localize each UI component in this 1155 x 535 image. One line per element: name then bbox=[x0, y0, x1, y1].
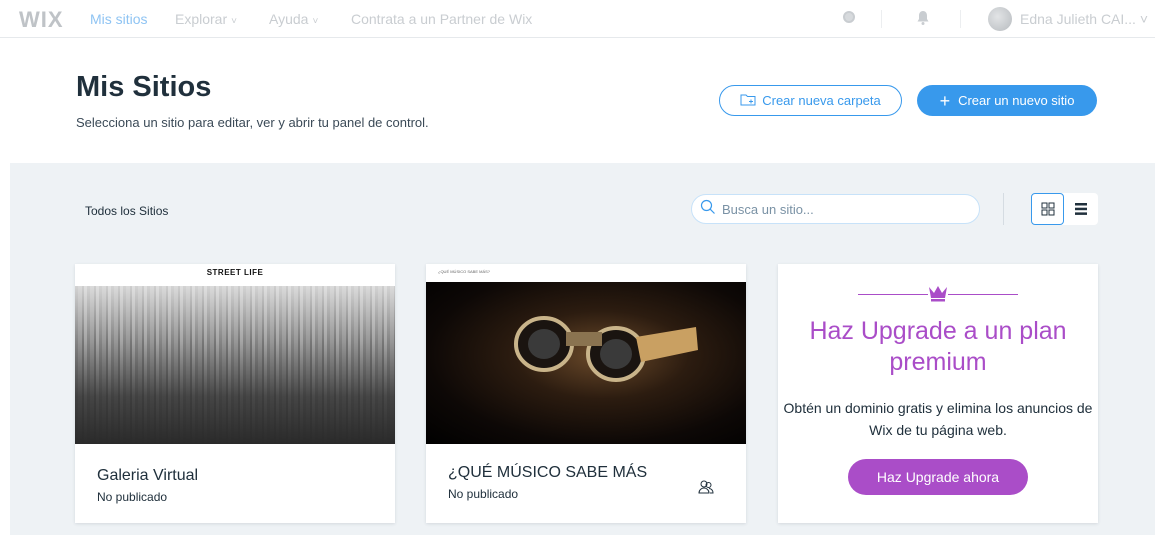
site-name: Galeria Virtual bbox=[97, 467, 199, 484]
site-name: ¿QUÉ MÚSICO SABE MÁS bbox=[448, 464, 648, 481]
site-thumbnail[interactable]: STREET LIFE bbox=[75, 264, 395, 444]
search-icon[interactable] bbox=[843, 11, 855, 23]
folder-filter[interactable]: Todos los Sitios bbox=[85, 204, 168, 218]
nav-label: Mis sitios bbox=[90, 11, 148, 27]
bell-icon[interactable] bbox=[916, 10, 930, 25]
thumbnail-header: ¿QUÉ MÚSICO SABE MÁS? bbox=[426, 264, 746, 282]
chevron-down-icon: ˅ bbox=[312, 16, 319, 27]
sites-area: Todos los Sitios STREET LIFE Galeria Vir… bbox=[10, 163, 1155, 535]
list-view-icon[interactable] bbox=[1064, 193, 1097, 225]
create-folder-button[interactable]: Crear nueva carpeta bbox=[719, 85, 902, 116]
thumbnail-title: ¿QUÉ MÚSICO SABE MÁS? bbox=[438, 269, 491, 274]
site-search[interactable] bbox=[691, 194, 980, 224]
collaborators-icon[interactable] bbox=[698, 479, 714, 500]
site-card[interactable]: STREET LIFE Galeria Virtual No publicado bbox=[75, 264, 395, 523]
nav-ayuda[interactable]: Ayuda ˅ bbox=[269, 11, 318, 27]
divider bbox=[948, 294, 1018, 295]
grid-view-icon[interactable] bbox=[1031, 193, 1064, 225]
nav-mis-sitios[interactable]: Mis sitios bbox=[90, 11, 148, 27]
search-input[interactable] bbox=[722, 201, 962, 217]
thumbnail-header: STREET LIFE bbox=[75, 264, 395, 286]
page-title: Mis Sitios bbox=[76, 71, 212, 103]
nav-explorar[interactable]: Explorar ˅ bbox=[175, 11, 237, 27]
binoculars-photo bbox=[426, 282, 746, 444]
create-site-button[interactable]: + Crear un nuevo sitio bbox=[917, 85, 1097, 116]
search-icon bbox=[700, 199, 716, 220]
chevron-down-icon: ˅ bbox=[231, 16, 237, 27]
divider bbox=[960, 10, 961, 28]
page-subtitle: Selecciona un sitio para editar, ver y a… bbox=[76, 115, 429, 130]
thumbnail-title: STREET LIFE bbox=[206, 268, 264, 277]
site-status: No publicado bbox=[97, 490, 168, 504]
create-folder-label: Crear nueva carpeta bbox=[762, 93, 881, 108]
nav-partner[interactable]: Contrata a un Partner de Wix bbox=[351, 11, 532, 27]
divider bbox=[881, 10, 882, 28]
site-card[interactable]: ¿QUÉ MÚSICO SABE MÁS? ¿QUÉ MÚSICO SABE M… bbox=[426, 264, 746, 523]
nav-label: Explorar bbox=[175, 11, 228, 27]
divider bbox=[858, 294, 928, 295]
page-header: Mis Sitios Selecciona un sitio para edit… bbox=[0, 38, 1155, 163]
view-toggle bbox=[1031, 193, 1098, 225]
nav-label: Ayuda bbox=[269, 11, 309, 27]
upgrade-description: Obtén un dominio gratis y elimina los an… bbox=[783, 400, 1093, 438]
site-thumbnail[interactable]: ¿QUÉ MÚSICO SABE MÁS? bbox=[426, 264, 746, 444]
top-navigation-bar: WIX Mis sitios Explorar ˅ Ayuda ˅ Contrata… bbox=[0, 0, 1155, 38]
folder-plus-icon bbox=[740, 93, 756, 109]
user-menu[interactable]: Edna Julieth CAI... ˅ bbox=[1020, 11, 1148, 27]
crown-icon bbox=[928, 284, 948, 307]
divider bbox=[1003, 193, 1004, 225]
avatar[interactable] bbox=[988, 7, 1012, 31]
upgrade-card: Haz Upgrade a un plan premium Obtén un d… bbox=[778, 264, 1098, 523]
plus-icon: + bbox=[939, 90, 951, 111]
wix-logo[interactable]: WIX bbox=[19, 7, 64, 33]
nav-label: Contrata a un Partner de Wix bbox=[351, 11, 533, 27]
create-site-label: Crear un nuevo sitio bbox=[958, 93, 1075, 108]
site-status: No publicado bbox=[448, 487, 519, 501]
upgrade-button[interactable]: Haz Upgrade ahora bbox=[848, 459, 1028, 495]
upgrade-title: Haz Upgrade a un plan premium bbox=[809, 317, 1067, 376]
street-photo bbox=[75, 286, 395, 444]
